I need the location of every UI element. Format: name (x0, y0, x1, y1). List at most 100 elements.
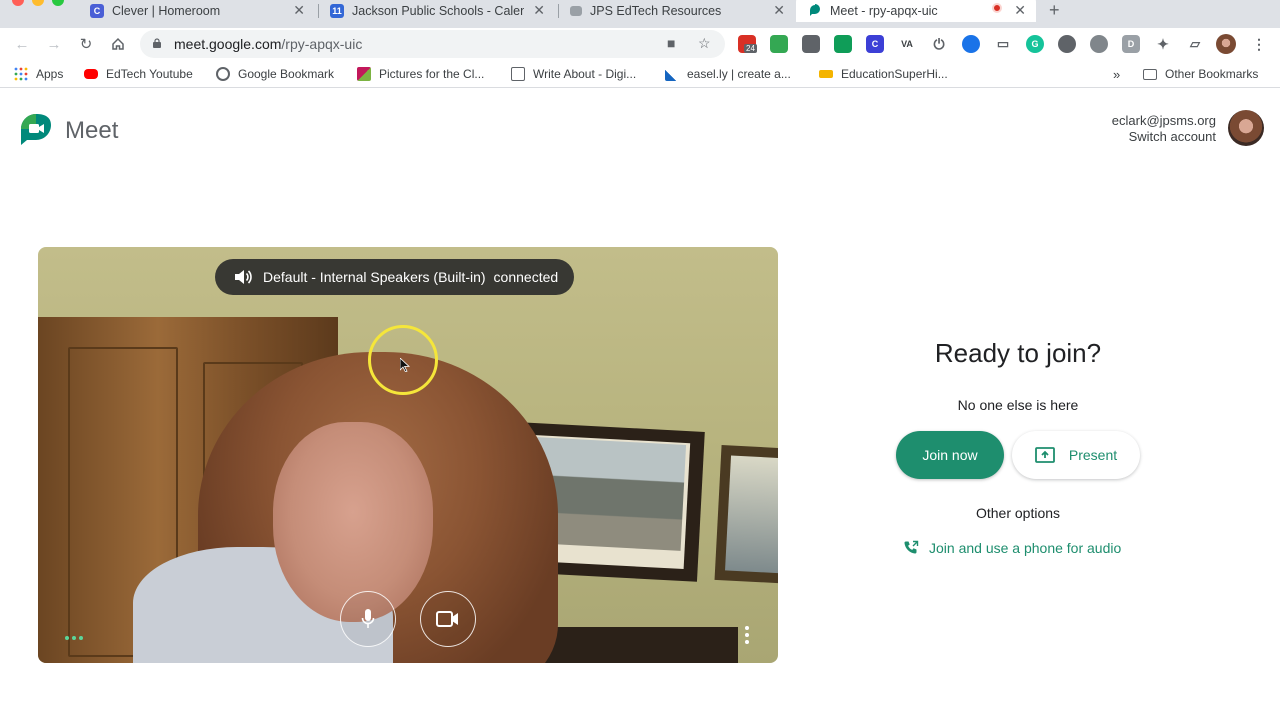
speaker-icon (235, 270, 252, 284)
back-arrow-icon[interactable]: ← (12, 34, 32, 54)
browser-tab-calendar[interactable]: 11 Jackson Public Schools - Calen ✕ (330, 0, 555, 22)
tab-title: Meet - rpy-apqx-uic (830, 4, 938, 18)
more-options-icon[interactable] (741, 624, 753, 646)
superhighway-icon (819, 70, 833, 78)
new-tab-button[interactable]: + (1049, 0, 1060, 21)
other-options-heading: Other options (975, 505, 1061, 521)
bookmark-education-superhighway[interactable]: EducationSuperHi... (819, 67, 948, 81)
cast-icon[interactable]: ▱ (1186, 35, 1204, 53)
jps-icon (570, 6, 582, 16)
tab-close-icon[interactable]: ✕ (1014, 2, 1026, 19)
audio-device-status: connected (493, 269, 559, 285)
microphone-icon (361, 609, 375, 628)
power-extension-icon[interactable]: ⏻ (930, 35, 948, 53)
switch-account-link[interactable]: Switch account (1129, 129, 1216, 144)
self-video-preview: Default - Internal Speakers (Built-in) c… (38, 247, 778, 663)
bookmark-easelly[interactable]: easel.ly | create a... (665, 67, 791, 81)
bookmark-edtech-youtube[interactable]: EdTech Youtube (84, 67, 193, 81)
bookmark-write-about[interactable]: Write About - Digi... (511, 67, 636, 81)
account-avatar[interactable] (1228, 110, 1264, 146)
forward-arrow-icon[interactable]: → (44, 34, 64, 54)
browser-tab-meet[interactable]: Meet - rpy-apqx-uic ✕ (796, 0, 1036, 22)
grammarly-extension-icon[interactable]: G (1026, 35, 1044, 53)
apps-grid-icon (14, 67, 28, 81)
window-minimize-button[interactable] (32, 0, 44, 6)
classroom-extension-icon[interactable] (770, 35, 788, 53)
tab-close-icon[interactable]: ✕ (773, 2, 785, 19)
camera-feed-background (714, 444, 778, 585)
bookmark-label: Write About - Digi... (533, 67, 637, 81)
bookmark-google[interactable]: Google Bookmark (216, 67, 334, 81)
tab-close-icon[interactable]: ✕ (293, 2, 305, 19)
bookmark-label: Google Bookmark (238, 67, 335, 81)
screen-extension-icon[interactable]: ▭ (994, 35, 1012, 53)
reload-icon[interactable]: ↻ (76, 34, 96, 54)
bookmark-pictures[interactable]: Pictures for the Cl... (357, 67, 484, 81)
browser-tab-clever[interactable]: C Clever | Homeroom ✕ (90, 0, 315, 22)
bookmark-label: EdTech Youtube (106, 67, 193, 81)
bookmark-label: easel.ly | create a... (687, 67, 791, 81)
address-bar[interactable]: meet.google.com/rpy-apqx-uic ■ ☆ (140, 30, 725, 58)
tab-divider (558, 4, 559, 18)
bookmark-label: Other Bookmarks (1165, 67, 1259, 81)
window-close-button[interactable] (12, 0, 24, 6)
join-by-phone-label: Join and use a phone for audio (929, 540, 1122, 556)
loom-extension-icon[interactable] (962, 35, 980, 53)
clever-extension-icon[interactable]: C (866, 35, 884, 53)
other-bookmarks-folder[interactable]: Other Bookmarks (1143, 67, 1258, 81)
tab-close-icon[interactable]: ✕ (533, 2, 545, 19)
audio-level-icon (65, 636, 83, 640)
easelly-icon (665, 67, 679, 81)
bookmarks-bar: Apps EdTech Youtube Google Bookmark Pict… (0, 62, 1280, 88)
image-icon (357, 67, 371, 81)
mouse-cursor-icon (400, 358, 410, 372)
present-label: Present (1068, 447, 1118, 463)
camera-toggle-button[interactable] (420, 591, 476, 647)
account-email: eclark@jpsms.org (1111, 113, 1216, 128)
bookmark-label: Pictures for the Cl... (379, 67, 485, 81)
maps-extension-icon[interactable] (802, 35, 820, 53)
globe-icon (216, 67, 230, 81)
clever-icon: C (90, 4, 104, 18)
tab-title: Clever | Homeroom (112, 4, 221, 18)
home-icon[interactable] (108, 34, 128, 54)
bookmark-apps[interactable]: Apps (14, 67, 63, 81)
bookmark-label: Apps (36, 67, 64, 81)
tab-title: JPS EdTech Resources (590, 4, 722, 18)
audio-device-notification: Default - Internal Speakers (Built-in) c… (215, 259, 575, 295)
calendar-icon: 11 (330, 4, 344, 18)
cast-green-extension-icon[interactable] (834, 35, 852, 53)
join-now-button[interactable]: Join now (896, 431, 1004, 479)
camera-in-use-icon[interactable]: ■ (667, 35, 675, 51)
screencastify-extension-icon[interactable] (1058, 35, 1076, 53)
bookmarks-overflow-button[interactable]: » (1113, 67, 1120, 82)
phone-icon (904, 540, 919, 554)
camera-feed-person (273, 422, 433, 622)
chrome-menu-icon[interactable]: ⋮ (1250, 35, 1268, 53)
d-extension-icon[interactable]: D (1122, 35, 1140, 53)
present-button[interactable]: Present (1012, 431, 1140, 479)
meet-logo-text: Meet (65, 117, 119, 144)
window-maximize-button[interactable] (52, 0, 64, 6)
puzzle-extensions-icon[interactable]: ✦ (1154, 35, 1172, 53)
microphone-toggle-button[interactable] (340, 591, 396, 647)
browser-toolbar: ← → ↻ meet.google.com/rpy-apqx-uic ■ ☆ C… (0, 28, 1280, 62)
video-camera-icon (436, 611, 458, 627)
ready-to-join-heading: Ready to join? (934, 338, 1102, 368)
folder-icon (1143, 68, 1157, 80)
meet-icon (808, 4, 822, 18)
recording-indicator-icon (992, 3, 1002, 13)
tab-title: Jackson Public Schools - Calen (352, 4, 524, 18)
bookmark-star-icon[interactable]: ☆ (698, 35, 711, 52)
participants-status: No one else is here (957, 397, 1079, 413)
va-extension-icon[interactable]: VA (898, 35, 916, 53)
circle-extension-icon[interactable] (1090, 35, 1108, 53)
audio-device-name: Default - Internal Speakers (Built-in) (263, 269, 486, 285)
join-by-phone-link[interactable]: Join and use a phone for audio (903, 540, 1121, 556)
browser-tab-jps-edtech[interactable]: JPS EdTech Resources ✕ (570, 0, 795, 22)
bookmark-label: EducationSuperHi... (841, 67, 948, 81)
meet-logo-icon (21, 114, 51, 145)
profile-avatar[interactable] (1216, 34, 1236, 54)
youtube-icon (84, 69, 98, 79)
present-screen-icon (1034, 447, 1055, 463)
